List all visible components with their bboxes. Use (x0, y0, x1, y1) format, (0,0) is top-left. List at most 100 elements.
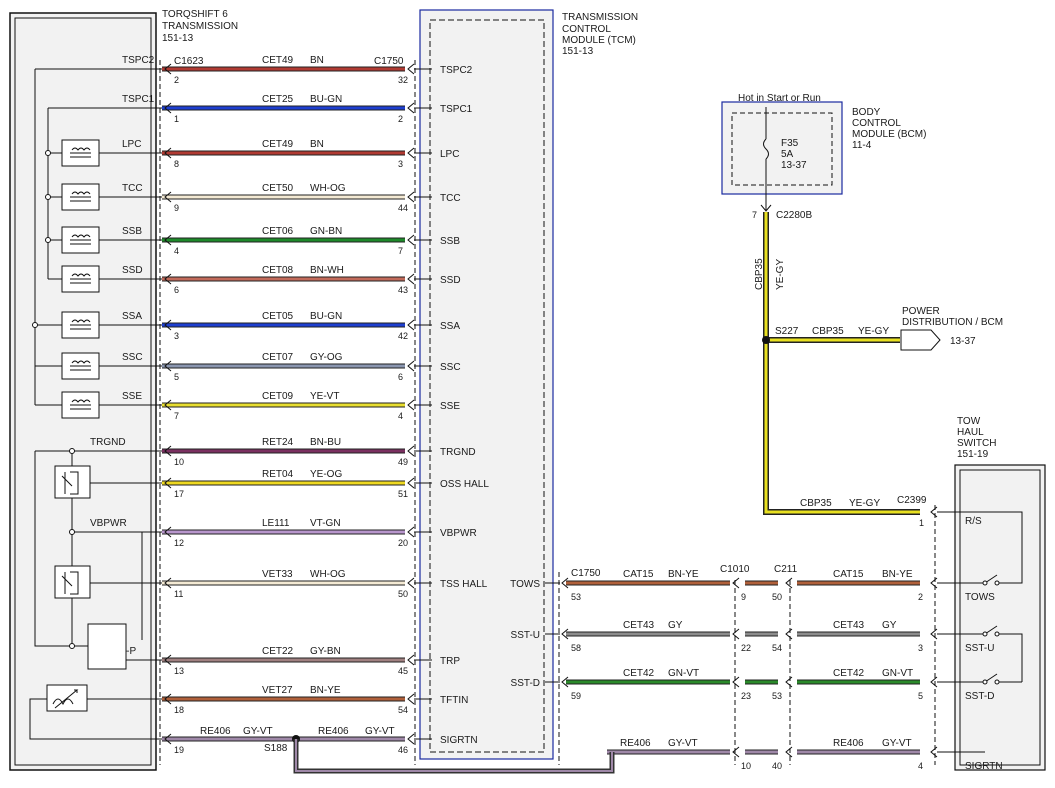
tcm-pin: 32 (398, 75, 408, 85)
circuit-code: CAT15 (833, 569, 864, 580)
connector-chevron-icon (930, 676, 938, 688)
connector-chevron-icon (407, 360, 415, 372)
tcm-pin-label: TCC (440, 193, 461, 204)
circuit-code: CET50 (262, 183, 294, 194)
bcm-title-1: BODY (852, 107, 881, 118)
tow-title-1: TOW (957, 416, 981, 427)
tow-ref: 151-19 (957, 449, 989, 460)
tcm-pin-label: TSPC2 (440, 65, 473, 76)
right-circuit-rows: TOWS53CAT15 BN-YE CAT15 BN-YE9 50 2 TOWSSST-U5… (293, 495, 1023, 774)
trans-pin: 2 (174, 75, 179, 85)
switch-label: TOWS (965, 592, 995, 603)
tcm-pin-label: SSD (440, 275, 461, 286)
connector-chevron-icon (407, 693, 415, 705)
circuit-code: VET27 (262, 685, 293, 696)
switch-label: SST-D (965, 691, 994, 702)
tow-feed-circuit: CBP35 (800, 498, 832, 509)
branch-color: YE-GY (858, 326, 889, 337)
switch-pin: 5 (918, 691, 923, 701)
switch-node (982, 631, 988, 637)
tow-rs-label: R/S (965, 516, 982, 527)
connector-chevron-icon (930, 746, 938, 758)
trans-signal-label: SSD (122, 265, 143, 276)
tcm-pin: 45 (398, 666, 408, 676)
trans-pin: 8 (174, 159, 179, 169)
trans-pin: 7 (174, 411, 179, 421)
circuit-color: BN-YE (882, 569, 913, 580)
circuit-color: GY-OG (310, 352, 343, 363)
circuit-code: CET08 (262, 265, 294, 276)
circuit-code: CET49 (262, 55, 294, 66)
circuit-color: GY-BN (310, 646, 341, 657)
circuit-code: RE406 (318, 726, 349, 737)
tcm-right-label: SST-U (511, 630, 540, 641)
trans-pin: 1 (174, 114, 179, 124)
c1010-pin: 9 (741, 592, 746, 602)
trans-signal-label: TCC (122, 183, 143, 194)
bcm-feed-color: YE-GY (775, 259, 786, 290)
connector-c1010-label: C1010 (720, 564, 750, 575)
circuit-color: VT-GN (310, 518, 341, 529)
bcm-title-3: MODULE (BCM) (852, 129, 926, 140)
wiring-node (69, 643, 75, 649)
connector-chevron-icon (785, 577, 793, 589)
circuit-code: CET25 (262, 94, 294, 105)
tcm-right-label: SST-D (511, 678, 540, 689)
switch-label: SIGRTN (965, 761, 1003, 772)
connector-c1750-label: C1750 (374, 56, 404, 67)
circuit-color: YE-OG (310, 469, 342, 480)
connector-chevron-icon (785, 676, 793, 688)
tcm-title-1: TRANSMISSION (562, 12, 638, 23)
fuse-id: F35 (781, 138, 799, 149)
tcm-pin-label: VBPWR (440, 528, 477, 539)
wiring-node (69, 529, 75, 535)
tcm-pin-label: OSS HALL (440, 479, 489, 490)
c1010-pin: 10 (741, 761, 751, 771)
bcm-pin: 7 (752, 210, 757, 220)
switch-node (994, 631, 1000, 637)
circuit-code: RE406 (620, 738, 651, 749)
connector-chevron-icon (407, 477, 415, 489)
trans-signal-label: TSPC1 (122, 94, 155, 105)
c1010-pin: 23 (741, 691, 751, 701)
switch-pin: 3 (918, 643, 923, 653)
circuit-code: LE111 (262, 518, 290, 529)
wiring-diagram: TORQSHIFT 6 TRANSMISSION 151-13 TRANSMIS… (0, 0, 1055, 783)
trans-pin: 5 (174, 372, 179, 382)
trans-signal-label: SSE (122, 391, 142, 402)
switch-pin: 4 (918, 761, 923, 771)
bcm-feed-wire (764, 212, 920, 514)
tss-sensor (54, 565, 91, 599)
connector-chevron-icon (407, 445, 415, 457)
tcm-right-label: TOWS (510, 579, 540, 590)
c211-pin: 54 (772, 643, 782, 653)
connector-chevron-icon (407, 273, 415, 285)
wiring-node (69, 448, 75, 454)
c211-pin: 40 (772, 761, 782, 771)
connector-chevron-icon (930, 628, 938, 640)
trans-signal-label: TSPC2 (122, 55, 155, 66)
circuit-color: WH-OG (310, 569, 346, 580)
tcm-pin: 7 (398, 246, 403, 256)
circuit-code: RE406 (833, 738, 864, 749)
tcm-pin-label: SSC (440, 362, 461, 373)
circuit-color: BN-WH (310, 265, 344, 276)
bcm-feed-outline (763, 212, 920, 515)
switch-pin: 2 (918, 592, 923, 602)
circuit-code: CET22 (262, 646, 294, 657)
c211-pin: 50 (772, 592, 782, 602)
tcm-title-3: MODULE (TCM) (562, 35, 636, 46)
circuit-code: CET49 (262, 139, 294, 150)
tcm-pin: 54 (398, 705, 408, 715)
tcm-right-pin: 53 (571, 592, 581, 602)
rail-node (32, 322, 38, 328)
tcm-pin: 4 (398, 411, 403, 421)
power-dist-ref: 13-37 (950, 336, 976, 347)
switch-label: SST-U (965, 643, 994, 654)
connector-chevron-icon (407, 399, 415, 411)
circuit-color: GN-VT (882, 668, 913, 679)
trans-pin: 11 (174, 589, 183, 599)
tcm-pin: 50 (398, 589, 408, 599)
connector-chevron-icon (732, 577, 740, 589)
circuit-color: GN-VT (668, 668, 699, 679)
